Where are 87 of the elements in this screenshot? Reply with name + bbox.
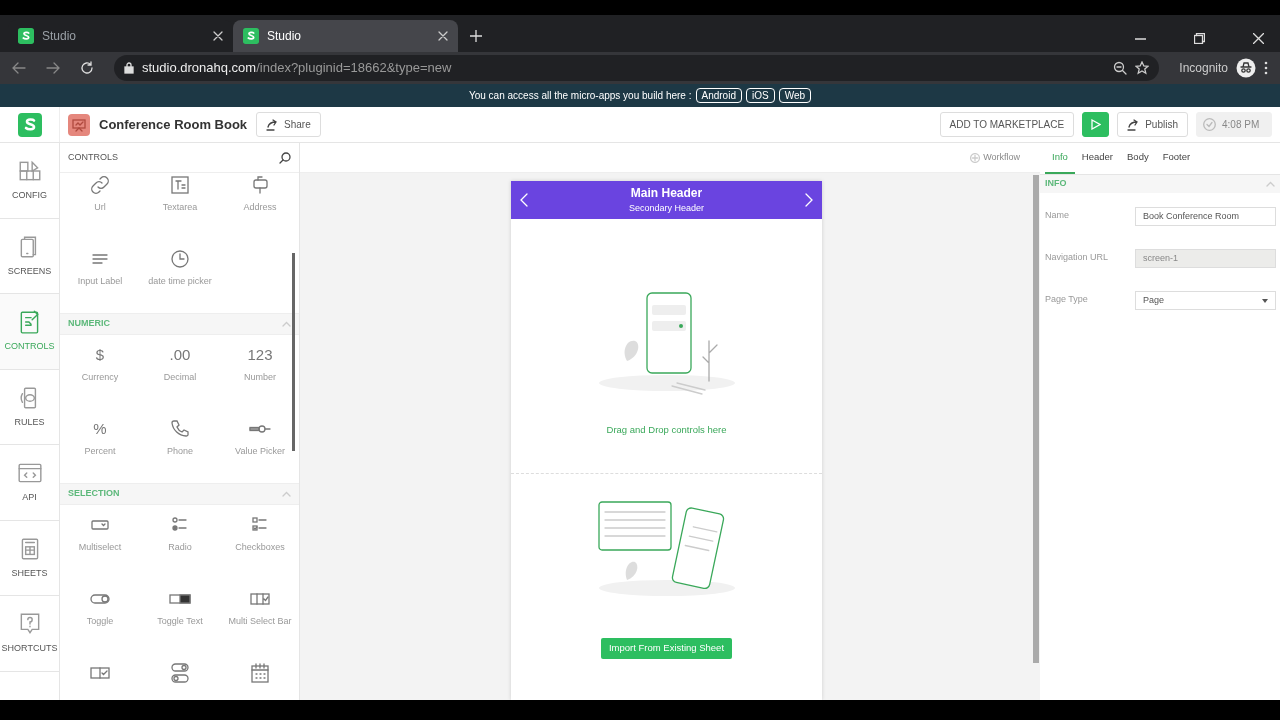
control-label: Toggle Text (157, 615, 203, 628)
switches-icon[interactable] (168, 661, 192, 685)
control-glyph: .00 (169, 345, 191, 365)
forward-icon[interactable] (46, 61, 60, 75)
control-label: Address (243, 201, 277, 214)
profile-label: Incognito (1179, 60, 1228, 77)
control-glyph: 123 (247, 345, 273, 365)
page-type-select[interactable]: Page (1135, 291, 1276, 310)
main-header: Main Header (629, 185, 704, 203)
rail-item[interactable]: RULES (0, 369, 59, 445)
platform-link[interactable]: Android (695, 88, 742, 103)
rail-item[interactable]: SHORTCUTS (0, 596, 59, 672)
workflow-link[interactable]: Workflow (983, 150, 1020, 165)
control-label: Value Picker (235, 445, 285, 458)
banner-text: You can access all the micro-apps you build here : (468, 89, 692, 103)
rail-item[interactable]: SHEETS (0, 520, 59, 596)
control-label: Radio (168, 541, 192, 554)
share-icon (1127, 118, 1140, 131)
section-title: INFO (1045, 177, 1067, 191)
marketplace-button[interactable]: ADD TO MARKETPLACE (939, 112, 1075, 137)
property-tab[interactable]: Header (1074, 149, 1121, 174)
address-bar[interactable]: studio.dronahq.com/index?pluginid=18662&type=new (114, 55, 1160, 81)
close-icon[interactable] (438, 31, 448, 41)
clock-icon[interactable] (168, 247, 192, 271)
control-glyph: $ (95, 345, 105, 365)
restore-icon[interactable] (1194, 33, 1205, 44)
panel-title: CONTROLS (68, 150, 118, 164)
favicon-icon (18, 28, 34, 44)
platform-link[interactable]: iOS (745, 88, 775, 103)
incognito-icon[interactable] (1236, 58, 1256, 78)
field-label: Navigation URL (1045, 251, 1110, 264)
url-host: studio.dronahq.com (142, 60, 257, 76)
control-glyph: % (93, 419, 107, 439)
zoom-icon[interactable] (1113, 61, 1128, 75)
control-label: Phone (167, 445, 193, 458)
url-path: /index?pluginid=18662&type=new (256, 60, 452, 76)
lock-icon (124, 62, 134, 74)
favicon-icon (243, 28, 259, 44)
menu-icon[interactable] (1264, 61, 1268, 75)
property-tab[interactable]: Footer (1155, 149, 1198, 174)
control-label: Textarea (162, 201, 198, 214)
app-title: Conference Room Book (99, 115, 248, 134)
control-label: Percent (84, 445, 116, 458)
share-button[interactable]: Share (256, 112, 321, 137)
star-icon[interactable] (1135, 61, 1150, 75)
calendar-icon[interactable] (248, 661, 272, 685)
new-tab-icon[interactable] (470, 30, 482, 42)
control-label: Decimal (163, 371, 197, 384)
run-button[interactable] (1082, 112, 1110, 137)
close-icon[interactable] (213, 31, 223, 41)
share-icon (266, 118, 279, 131)
text-field: screen-1 (1135, 249, 1276, 268)
property-tab[interactable]: Body (1120, 149, 1156, 174)
section-title: SELECTION (68, 487, 120, 501)
control-label: date time picker (148, 275, 212, 288)
secondary-header: Secondary Header (628, 202, 704, 216)
field-label: Name (1045, 209, 1070, 222)
control-label: Checkboxes (235, 541, 285, 554)
drop-hint: Drag and Drop controls here (606, 423, 727, 437)
browser-tab[interactable]: Studio (233, 20, 458, 52)
control-label: Input Label (77, 275, 123, 288)
textarea-icon[interactable] (168, 173, 192, 197)
search-icon[interactable] (279, 151, 291, 164)
reload-icon[interactable] (80, 61, 94, 75)
play-icon (1090, 119, 1101, 130)
rail-item[interactable]: CONFIG (0, 143, 59, 219)
control-label: Url (94, 201, 106, 214)
scrollbar[interactable] (1033, 175, 1039, 663)
caret-icon (1262, 298, 1268, 303)
presentation-icon (68, 113, 90, 136)
platform-link[interactable]: Web (778, 88, 812, 103)
back-icon[interactable] (12, 61, 26, 75)
control-label: Currency (81, 371, 119, 384)
control-label: Multiselect (78, 541, 122, 554)
app-logo (17, 112, 42, 137)
control-label: Multi Select Bar (228, 615, 292, 628)
section-title: NUMERIC (68, 317, 110, 331)
publish-button[interactable]: Publish (1117, 112, 1188, 137)
field-label: Page Type (1045, 293, 1089, 306)
close-icon[interactable] (1253, 33, 1264, 44)
text-field[interactable]: Book Conference Room (1135, 207, 1276, 226)
control-label: Toggle (86, 615, 114, 628)
scrollbar[interactable] (292, 253, 295, 451)
link-icon[interactable] (88, 173, 112, 197)
control-label: Number (244, 371, 276, 384)
rail-item[interactable]: API (0, 445, 59, 521)
check-circle-icon (1203, 118, 1216, 131)
